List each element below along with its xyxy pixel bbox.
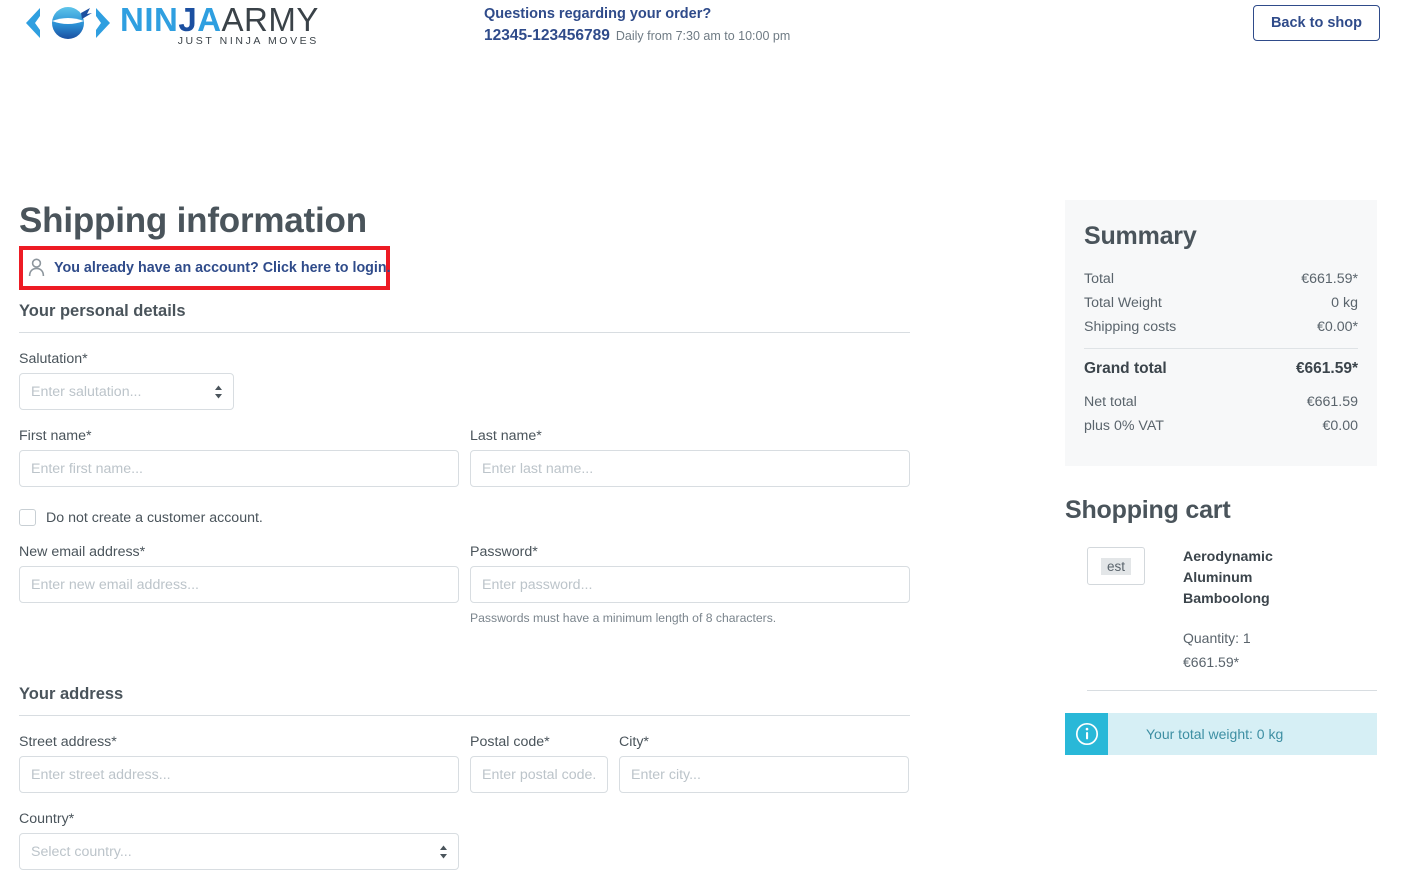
cart-item: est Aerodynamic Aluminum Bamboolong Quan… bbox=[1065, 547, 1377, 674]
site-logo[interactable]: NINJAARMY JUST NINJA MOVES bbox=[18, 2, 319, 47]
summary-row: plus 0% VAT €0.00 bbox=[1084, 414, 1358, 438]
first-name-input[interactable] bbox=[19, 450, 459, 487]
no-account-checkbox-label[interactable]: Do not create a customer account. bbox=[46, 510, 263, 526]
grand-total-value: €661.59* bbox=[1295, 360, 1358, 377]
summary-row: Shipping costs €0.00* bbox=[1084, 315, 1358, 339]
summary-row: Total €661.59* bbox=[1084, 267, 1358, 291]
back-to-shop-button[interactable]: Back to shop bbox=[1252, 5, 1380, 41]
salutation-label: Salutation* bbox=[19, 351, 88, 367]
password-input[interactable] bbox=[470, 566, 910, 603]
credentials-row: New email address* Password* Passwords m… bbox=[19, 544, 910, 625]
cart-item-thumbnail-alt: est bbox=[1100, 557, 1131, 575]
name-row: First name* Last name* bbox=[19, 428, 910, 487]
personal-details-divider bbox=[19, 332, 910, 333]
grand-total-label: Grand total bbox=[1084, 360, 1167, 377]
cart-item-quantity: Quantity: 1 bbox=[1183, 630, 1251, 646]
first-name-field-group: First name* bbox=[19, 428, 459, 487]
last-name-field-group: Last name* bbox=[470, 428, 910, 487]
total-weight-alert: Your total weight: 0 kg bbox=[1065, 713, 1377, 755]
vat-value: €0.00 bbox=[1322, 418, 1358, 434]
summary-title: Summary bbox=[1084, 222, 1197, 250]
address-row: Street address* Postal code* City* bbox=[19, 734, 910, 793]
city-field-group: City* bbox=[619, 734, 909, 793]
email-field-group: New email address* bbox=[19, 544, 459, 625]
cart-item-price: €661.59* bbox=[1183, 654, 1240, 670]
last-name-input[interactable] bbox=[470, 450, 910, 487]
grand-total-row: Grand total €661.59* bbox=[1084, 353, 1358, 384]
contact-question: Questions regarding your order? bbox=[484, 6, 712, 22]
street-field-group: Street address* bbox=[19, 734, 459, 793]
page-title: Shipping information bbox=[19, 201, 367, 240]
postal-code-field-group: Postal code* bbox=[470, 734, 608, 793]
first-name-label: First name* bbox=[19, 428, 92, 444]
summary-row: Net total €661.59 bbox=[1084, 390, 1358, 414]
country-select[interactable]: Select country... bbox=[19, 833, 459, 870]
alert-message: Your total weight: 0 kg bbox=[1146, 726, 1284, 742]
password-field-group: Password* Passwords must have a minimum … bbox=[470, 544, 910, 625]
vat-label: plus 0% VAT bbox=[1084, 418, 1164, 434]
city-label: City* bbox=[619, 734, 649, 750]
salutation-select[interactable]: Enter salutation... bbox=[19, 373, 234, 410]
country-field-group: Country* Select country... bbox=[19, 811, 459, 870]
personal-details-heading: Your personal details bbox=[19, 302, 186, 320]
shopping-cart-title: Shopping cart bbox=[1065, 496, 1231, 524]
shopping-cart-panel: Shopping cart est Aerodynamic Aluminum B… bbox=[1065, 496, 1377, 691]
person-icon bbox=[28, 258, 45, 277]
login-hint-highlight[interactable]: You already have an account? Click here … bbox=[19, 246, 391, 290]
net-total-label: Net total bbox=[1084, 394, 1137, 410]
country-row: Country* Select country... bbox=[19, 811, 910, 870]
alert-icon-container bbox=[1065, 713, 1108, 755]
shipping-form-column: Shipping information You already have an… bbox=[19, 200, 910, 892]
summary-row-value: €661.59* bbox=[1301, 271, 1358, 287]
postal-code-input[interactable] bbox=[470, 756, 608, 793]
cart-item-divider bbox=[1087, 690, 1377, 691]
country-label: Country* bbox=[19, 811, 75, 827]
street-label: Street address* bbox=[19, 734, 117, 750]
summary-row-value: €0.00* bbox=[1316, 319, 1358, 335]
password-hint: Passwords must have a minimum length of … bbox=[470, 611, 777, 625]
summary-row-label: Shipping costs bbox=[1084, 319, 1177, 335]
contact-hours: Daily from 7:30 am to 10:00 pm bbox=[615, 29, 791, 43]
email-label: New email address* bbox=[19, 544, 146, 560]
contact-phone[interactable]: 12345-123456789 bbox=[484, 25, 610, 47]
order-sidebar: Summary Total €661.59* Total Weight 0 kg… bbox=[1065, 200, 1377, 755]
net-total-value: €661.59 bbox=[1306, 394, 1358, 410]
salutation-row: Salutation* Enter salutation... bbox=[19, 351, 910, 410]
city-input[interactable] bbox=[619, 756, 909, 793]
summary-divider bbox=[1084, 348, 1358, 349]
site-header: NINJAARMY JUST NINJA MOVES Questions reg… bbox=[0, 0, 1401, 52]
street-input[interactable] bbox=[19, 756, 459, 793]
no-account-checkbox-row[interactable]: Do not create a customer account. bbox=[19, 509, 910, 526]
postal-code-label: Postal code* bbox=[470, 734, 550, 750]
last-name-label: Last name* bbox=[470, 428, 542, 444]
salutation-field-group: Salutation* Enter salutation... bbox=[19, 351, 234, 410]
password-label: Password* bbox=[470, 544, 538, 560]
logo-brand-primary: NINJA bbox=[120, 1, 222, 38]
login-link[interactable]: You already have an account? Click here … bbox=[54, 260, 391, 276]
summary-panel: Summary Total €661.59* Total Weight 0 kg… bbox=[1065, 200, 1377, 466]
header-contact-block: Questions regarding your order? 12345-12… bbox=[484, 4, 790, 47]
cart-item-thumbnail[interactable]: est bbox=[1087, 547, 1145, 585]
ninja-head-icon bbox=[26, 7, 110, 39]
cart-item-name[interactable]: Aerodynamic Aluminum Bamboolong bbox=[1183, 547, 1313, 610]
email-input[interactable] bbox=[19, 566, 459, 603]
summary-row: Total Weight 0 kg bbox=[1084, 291, 1358, 315]
logo-tagline: JUST NINJA MOVES bbox=[177, 35, 319, 47]
logo-brand-secondary: ARMY bbox=[221, 1, 319, 38]
info-icon bbox=[1075, 722, 1098, 746]
address-divider bbox=[19, 715, 910, 716]
summary-row-label: Total bbox=[1084, 271, 1114, 287]
summary-row-value: 0 kg bbox=[1331, 295, 1358, 311]
summary-row-label: Total Weight bbox=[1084, 295, 1162, 311]
address-heading: Your address bbox=[19, 685, 124, 703]
no-account-checkbox[interactable] bbox=[19, 509, 36, 526]
